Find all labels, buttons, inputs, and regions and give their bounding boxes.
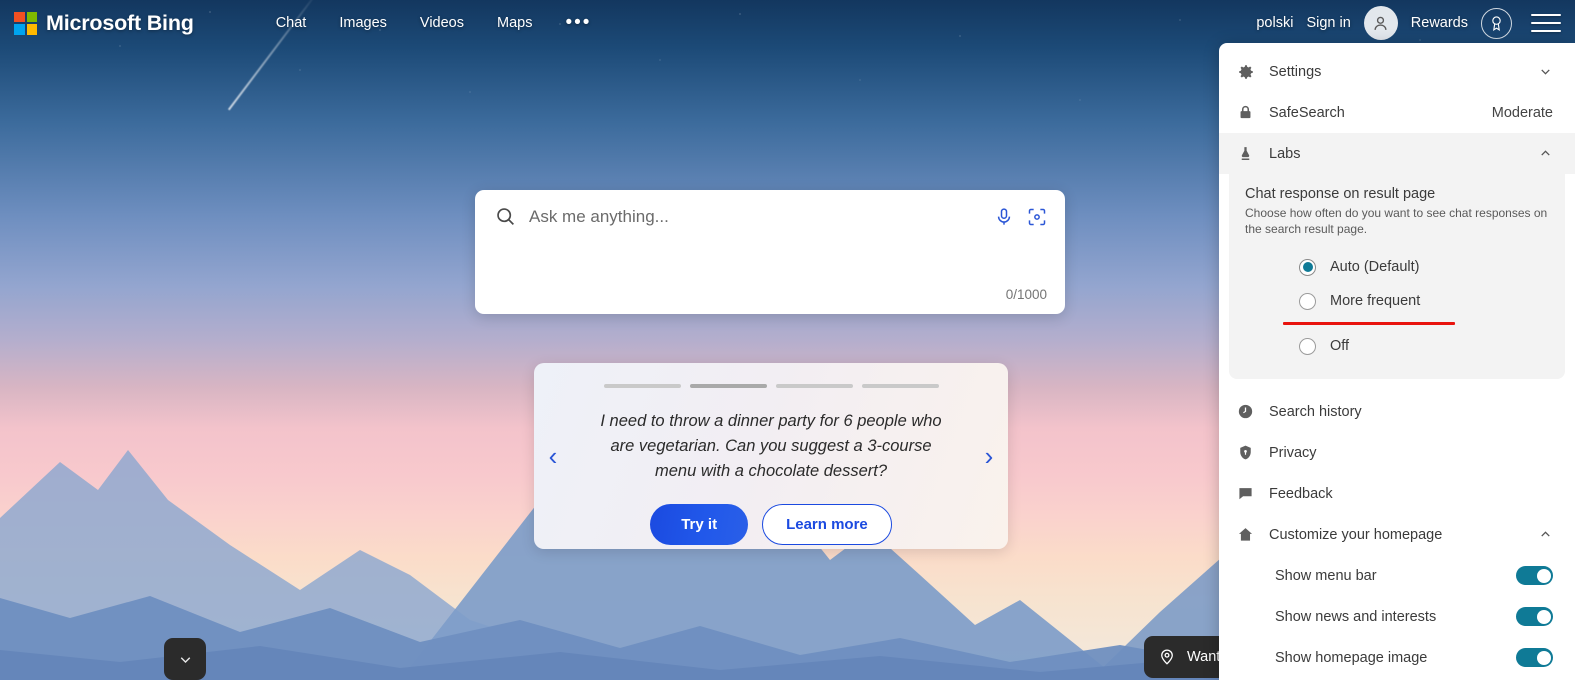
settings-panel: Settings SafeSearch Moderate Labs Chat r… bbox=[1219, 43, 1575, 680]
pager-dot-4[interactable] bbox=[861, 384, 939, 388]
learn-more-button[interactable]: Learn more bbox=[762, 504, 892, 545]
toggle-switch-show-news-and-interests[interactable] bbox=[1516, 607, 1553, 626]
search-input[interactable] bbox=[529, 206, 994, 227]
try-it-button[interactable]: Try it bbox=[650, 504, 749, 545]
suggestion-text: I need to throw a dinner party for 6 peo… bbox=[600, 412, 942, 480]
suggestion-buttons: Try it Learn more bbox=[650, 504, 892, 545]
panel-row-labs[interactable]: Labs bbox=[1219, 133, 1575, 174]
labs-section-title: Chat response on result page bbox=[1245, 186, 1436, 202]
panel-label-customize-homepage: Customize your homepage bbox=[1269, 526, 1443, 543]
search-actions bbox=[994, 207, 1047, 227]
radio-option-more-frequent[interactable]: More frequent bbox=[1245, 284, 1549, 318]
suggestion-next-button[interactable]: › bbox=[970, 441, 1008, 472]
search-icon bbox=[497, 208, 514, 225]
panel-row-safesearch[interactable]: SafeSearch Moderate bbox=[1219, 92, 1575, 133]
toggle-row-show-news-and-interests[interactable]: Show news and interests bbox=[1219, 596, 1575, 637]
flask-icon bbox=[1237, 145, 1263, 162]
chevron-down-icon bbox=[1538, 64, 1553, 79]
panel-row-settings[interactable]: Settings bbox=[1219, 51, 1575, 92]
person-avatar-icon bbox=[1374, 16, 1387, 30]
clock-icon bbox=[1237, 403, 1263, 420]
shield-icon bbox=[1237, 444, 1263, 461]
location-pin-icon bbox=[1161, 649, 1173, 665]
toggle-label-show-homepage-image: Show homepage image bbox=[1275, 649, 1428, 666]
top-navigation-bar: Microsoft Bing Chat Images Videos Maps •… bbox=[0, 0, 1575, 46]
sign-in-link[interactable]: Sign in bbox=[1306, 15, 1350, 31]
radio-option-auto[interactable]: Auto (Default) bbox=[1245, 250, 1549, 284]
radio-button-off[interactable] bbox=[1299, 337, 1316, 355]
avatar[interactable] bbox=[1363, 6, 1398, 40]
nav-link-videos[interactable]: Videos bbox=[420, 15, 464, 31]
panel-row-customize-homepage[interactable]: Customize your homepage bbox=[1219, 514, 1575, 555]
labs-expanded-body: Chat response on result page Choose how … bbox=[1229, 174, 1565, 379]
char-counter: 0/1000 bbox=[1005, 287, 1047, 302]
nav-link-images[interactable]: Images bbox=[339, 15, 387, 31]
bing-homepage: Microsoft Bing Chat Images Videos Maps •… bbox=[0, 0, 1575, 680]
nav-link-maps[interactable]: Maps bbox=[497, 15, 532, 31]
toggle-row-show-menu-bar[interactable]: Show menu bar bbox=[1219, 555, 1575, 596]
toggle-label-show-menu-bar: Show menu bar bbox=[1275, 567, 1377, 584]
labs-section-description: Choose how often do you want to see chat… bbox=[1245, 206, 1548, 236]
brand-name: Microsoft Bing bbox=[46, 10, 194, 35]
nav-links: Chat Images Videos Maps ••• bbox=[276, 13, 592, 32]
safesearch-value: Moderate bbox=[1491, 104, 1553, 121]
toggle-switch-show-menu-bar[interactable] bbox=[1516, 566, 1553, 585]
panel-label-feedback: Feedback bbox=[1269, 485, 1333, 502]
toggle-label-show-news-and-interests: Show news and interests bbox=[1275, 608, 1437, 625]
speech-bubble-icon bbox=[1237, 485, 1263, 502]
pager-dot-1[interactable] bbox=[603, 384, 681, 388]
home-icon bbox=[1237, 526, 1263, 543]
radio-label-off: Off bbox=[1330, 338, 1350, 354]
toggle-switch-show-homepage-image[interactable] bbox=[1516, 648, 1553, 667]
radio-option-off[interactable]: Off bbox=[1245, 329, 1549, 363]
radio-button-more-frequent[interactable] bbox=[1299, 292, 1316, 310]
toggle-row-show-homepage-image[interactable]: Show homepage image bbox=[1219, 637, 1575, 678]
suggestion-pager bbox=[603, 384, 939, 388]
panel-row-privacy[interactable]: Privacy bbox=[1219, 432, 1575, 473]
panel-label-privacy: Privacy bbox=[1269, 444, 1317, 461]
hamburger-menu-icon[interactable] bbox=[1531, 12, 1561, 34]
suggestion-card: ‹ I need to throw a dinner party for 6 p… bbox=[534, 363, 1008, 549]
nav-overflow-menu[interactable]: ••• bbox=[565, 13, 591, 32]
chevron-up-icon bbox=[1538, 146, 1553, 161]
pager-dot-3[interactable] bbox=[775, 384, 853, 388]
radio-label-more-frequent: More frequent bbox=[1330, 293, 1421, 309]
panel-label-safesearch: SafeSearch bbox=[1269, 104, 1345, 121]
suggestion-prev-button[interactable]: ‹ bbox=[534, 441, 572, 472]
panel-row-feedback[interactable]: Feedback bbox=[1219, 473, 1575, 514]
rewards-badge[interactable] bbox=[1481, 7, 1512, 39]
rewards-link[interactable]: Rewards bbox=[1411, 15, 1468, 31]
pager-dot-2[interactable] bbox=[689, 384, 767, 388]
microsoft-logo-icon bbox=[14, 11, 37, 35]
radio-button-auto[interactable] bbox=[1299, 258, 1316, 276]
panel-label-labs: Labs bbox=[1269, 145, 1301, 162]
gear-icon bbox=[1237, 63, 1263, 81]
microphone-icon[interactable] bbox=[994, 207, 1014, 227]
panel-label-settings: Settings bbox=[1269, 63, 1322, 80]
nav-link-chat[interactable]: Chat bbox=[276, 15, 307, 31]
nav-right-controls: polski Sign in Rewards bbox=[1256, 6, 1561, 40]
panel-label-search-history: Search history bbox=[1269, 403, 1362, 420]
radio-label-auto: Auto (Default) bbox=[1330, 259, 1420, 275]
language-selector[interactable]: polski bbox=[1256, 15, 1293, 31]
scroll-down-button[interactable] bbox=[164, 638, 206, 680]
search-row bbox=[475, 190, 1065, 227]
chevron-down-icon bbox=[180, 656, 190, 663]
lock-icon bbox=[1237, 104, 1263, 121]
visual-search-icon[interactable] bbox=[1027, 207, 1047, 227]
chevron-up-icon bbox=[1538, 527, 1553, 542]
medal-icon bbox=[1492, 15, 1501, 31]
brand-logo[interactable]: Microsoft Bing bbox=[14, 11, 194, 36]
panel-row-search-history[interactable]: Search history bbox=[1219, 391, 1575, 432]
search-box: 0/1000 bbox=[475, 190, 1065, 314]
location-banner-text: Want bbox=[1187, 649, 1221, 665]
suggestion-body: I need to throw a dinner party for 6 peo… bbox=[572, 367, 970, 545]
annotation-underline bbox=[1283, 322, 1455, 325]
